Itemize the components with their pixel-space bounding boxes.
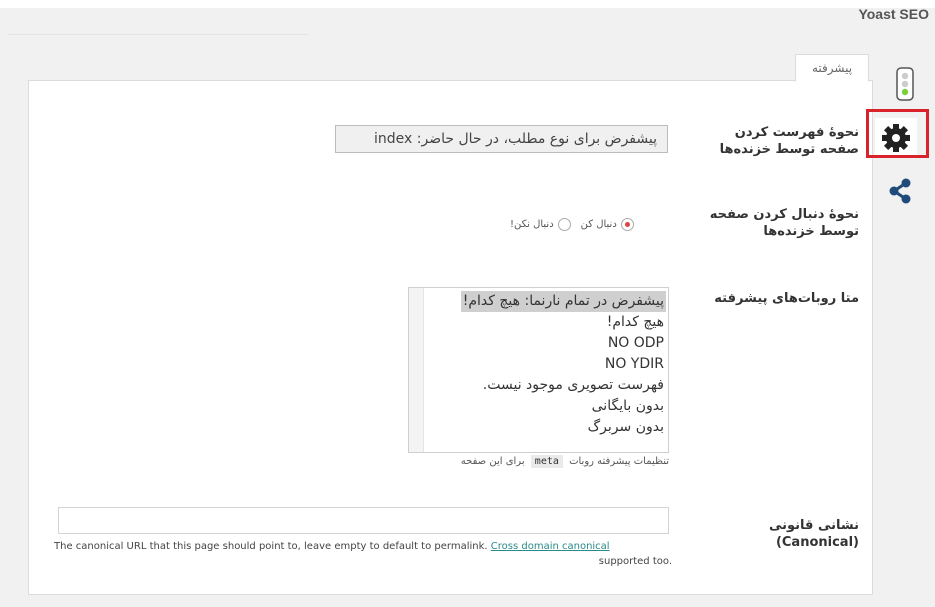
index-label: نحوهٔ فهرست کردن صفحه توسط خزنده‌ها <box>720 124 859 158</box>
canonical-label: نشانی قانونی (Canonical) <box>769 517 859 551</box>
canonical-label-line2: (Canonical) <box>775 535 859 550</box>
top-strip <box>0 0 935 8</box>
meta-robots-help: تنظیمات پیشرفته روبات meta برای این صفحه <box>460 455 669 468</box>
header-divider <box>8 34 308 35</box>
traffic-light-icon[interactable] <box>895 66 915 102</box>
list-option[interactable]: NO YDIR <box>603 354 666 375</box>
help-text-end: برای این صفحه <box>460 456 525 467</box>
help-code: meta <box>530 455 563 468</box>
cross-domain-canonical-link[interactable]: Cross domain canonical <box>491 541 610 552</box>
help-text-start: تنظیمات پیشرفته روبات <box>569 456 669 467</box>
canonical-desc-text: The canonical URL that this page should … <box>54 541 488 552</box>
list-option[interactable]: NO ODP <box>606 333 666 354</box>
canonical-url-input[interactable] <box>58 507 669 534</box>
list-option[interactable]: بدون بایگانی <box>590 396 666 417</box>
nofollow-radio[interactable] <box>557 218 571 231</box>
follow-label-line2: توسط خزنده‌ها <box>763 224 859 239</box>
canonical-description: The canonical URL that this page should … <box>54 539 672 569</box>
canonical-desc-tail: supported too. <box>598 556 672 567</box>
canonical-label-line1: نشانی قانونی <box>768 518 859 533</box>
share-icon[interactable] <box>885 176 915 206</box>
list-option[interactable]: فهرست تصویری موجود نیست. <box>481 375 666 396</box>
follow-radio[interactable] <box>620 218 634 231</box>
list-option[interactable]: بدون سربرگ <box>586 417 666 438</box>
index-label-line2: صفحه توسط خزنده‌ها <box>719 142 859 157</box>
plugin-title: Yoast SEO <box>858 6 929 22</box>
list-option[interactable]: پیشفرض در تمام نارنما: هیچ کدام! <box>460 291 666 312</box>
gear-highlight-box <box>866 109 929 158</box>
canonical-desc-tail-row: supported too. <box>54 554 672 569</box>
meta-robots-adv-listbox[interactable]: پیشفرض در تمام نارنما: هیچ کدام! هیچ کدا… <box>408 287 669 453</box>
tab-advanced[interactable]: پیشرفته <box>795 54 869 82</box>
meta-robots-index-select[interactable]: پیشفرض برای نوع مطلب، در حال حاضر: index <box>335 125 668 153</box>
follow-radio-group: دنبال کن دنبال نکن! <box>510 218 634 231</box>
nofollow-option-label[interactable]: دنبال نکن! <box>510 219 554 230</box>
listbox-scrollbar[interactable] <box>409 288 424 452</box>
follow-label-line1: نحوهٔ دنبال کردن صفحه <box>709 207 859 222</box>
index-label-line1: نحوهٔ فهرست کردن <box>734 125 859 140</box>
meta-robots-adv-label: متا روبات‌های پیشرفته <box>714 291 859 306</box>
follow-option-label[interactable]: دنبال کن <box>581 219 617 230</box>
follow-label: نحوهٔ دنبال کردن صفحه توسط خزنده‌ها <box>710 206 859 240</box>
list-option[interactable]: هیچ کدام! <box>605 312 666 333</box>
